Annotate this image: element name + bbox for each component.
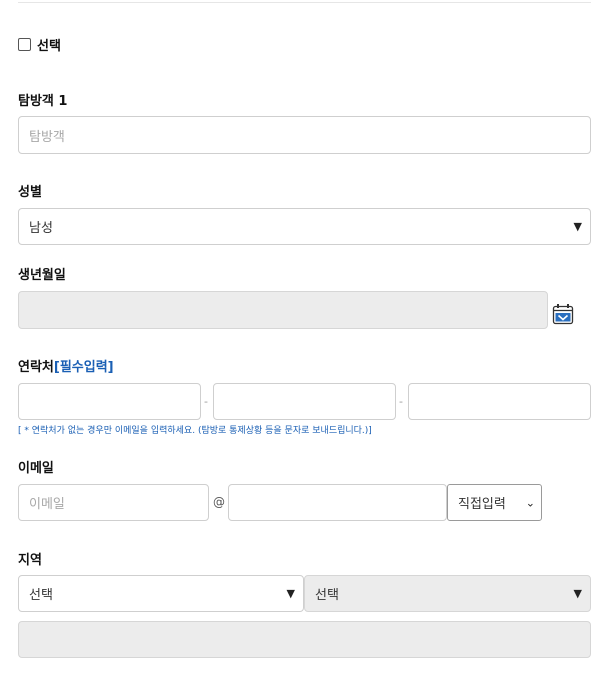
email-domain-select[interactable]: 직접입력 ⌄	[447, 484, 542, 521]
phone-part3-input[interactable]	[408, 383, 591, 420]
birthdate-input[interactable]	[18, 291, 548, 329]
region-label: 지역	[18, 553, 42, 568]
dropdown-arrow-icon: ▼	[573, 586, 582, 600]
top-divider	[18, 2, 591, 3]
email-domain-input[interactable]	[228, 484, 447, 521]
required-tag: [필수입력]	[53, 360, 114, 375]
traveler-label: 탐방객 1	[18, 94, 68, 109]
email-local-placeholder: 이메일	[29, 497, 65, 512]
traveler-name-input[interactable]: 탐방객	[18, 116, 591, 154]
gender-label: 성별	[18, 185, 42, 200]
region-detail-input[interactable]	[18, 621, 591, 658]
phone-part2-input[interactable]	[213, 383, 396, 420]
calendar-icon[interactable]	[552, 303, 574, 325]
region-select-2[interactable]: 선택 ▼	[304, 575, 591, 612]
region-select-2-value: 선택	[315, 588, 339, 603]
select-checkbox-label: 선택	[37, 39, 61, 54]
phone-dash-2: -	[399, 395, 403, 408]
email-label: 이메일	[18, 461, 54, 476]
contact-note: [ * 연락처가 없는 경우만 이메일을 입력하세요. (탐방로 통제상황 등을…	[18, 426, 372, 436]
contact-label: 연락처[필수입력]	[18, 356, 114, 375]
contact-label-text: 연락처	[18, 360, 54, 375]
phone-part1-input[interactable]	[18, 383, 201, 420]
email-domain-select-value: 직접입력	[458, 497, 506, 512]
email-local-input[interactable]: 이메일	[18, 484, 209, 521]
select-checkbox[interactable]	[18, 38, 31, 51]
region-select-1[interactable]: 선택 ▼	[18, 575, 304, 612]
region-select-1-value: 선택	[29, 588, 53, 603]
email-at-sign: @	[213, 495, 225, 509]
chevron-down-icon: ⌄	[525, 496, 535, 509]
phone-dash-1: -	[204, 395, 208, 408]
traveler-name-placeholder: 탐방객	[29, 129, 65, 145]
gender-select[interactable]: 남성 ▼	[18, 208, 591, 245]
birthdate-label: 생년월일	[18, 268, 66, 283]
gender-selected-value: 남성	[29, 221, 53, 236]
dropdown-arrow-icon: ▼	[573, 219, 582, 233]
dropdown-arrow-icon: ▼	[286, 586, 295, 600]
